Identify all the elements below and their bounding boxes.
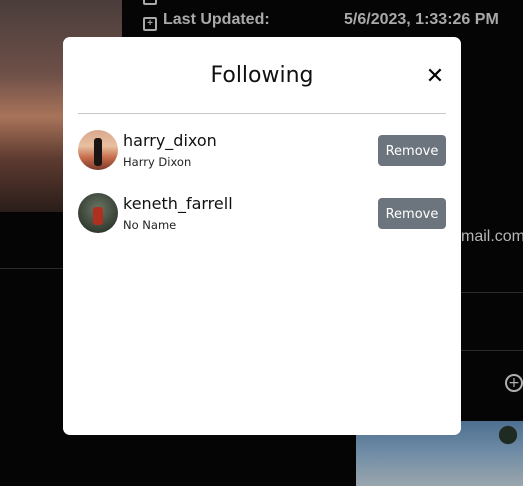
calendar-plus-icon: + [143, 17, 157, 31]
email-text: mail.com [461, 228, 523, 245]
following-modal: Following ✕ harry_dixon Harry Dixon Remo… [63, 37, 461, 435]
calendar-icon [143, 0, 157, 5]
modal-title: Following [210, 63, 314, 88]
remove-button[interactable]: Remove [378, 198, 446, 229]
list-item: keneth_farrell No Name Remove [78, 193, 446, 237]
last-updated-value: 5/6/2023, 1:33:26 PM [344, 11, 499, 28]
last-updated-row: + Last Updated: 5/6/2023, 1:33:26 PM [143, 9, 523, 31]
avatar-figure [94, 138, 102, 166]
avatar[interactable] [78, 193, 118, 233]
modal-divider [78, 113, 446, 114]
list-item: harry_dixon Harry Dixon Remove [78, 130, 446, 174]
add-circle-icon[interactable]: + [505, 374, 523, 392]
divider [0, 268, 63, 269]
palm-tree-silhouette [499, 423, 517, 463]
username[interactable]: keneth_farrell [123, 194, 233, 214]
close-icon[interactable]: ✕ [425, 66, 445, 88]
full-name: Harry Dixon [123, 155, 192, 169]
avatar-figure [93, 207, 103, 225]
remove-button[interactable]: Remove [378, 135, 446, 166]
avatar[interactable] [78, 130, 118, 170]
divider [461, 292, 523, 293]
divider [461, 350, 523, 351]
last-updated-label: Last Updated: [163, 11, 270, 28]
username[interactable]: harry_dixon [123, 131, 217, 151]
full-name: No Name [123, 218, 177, 232]
